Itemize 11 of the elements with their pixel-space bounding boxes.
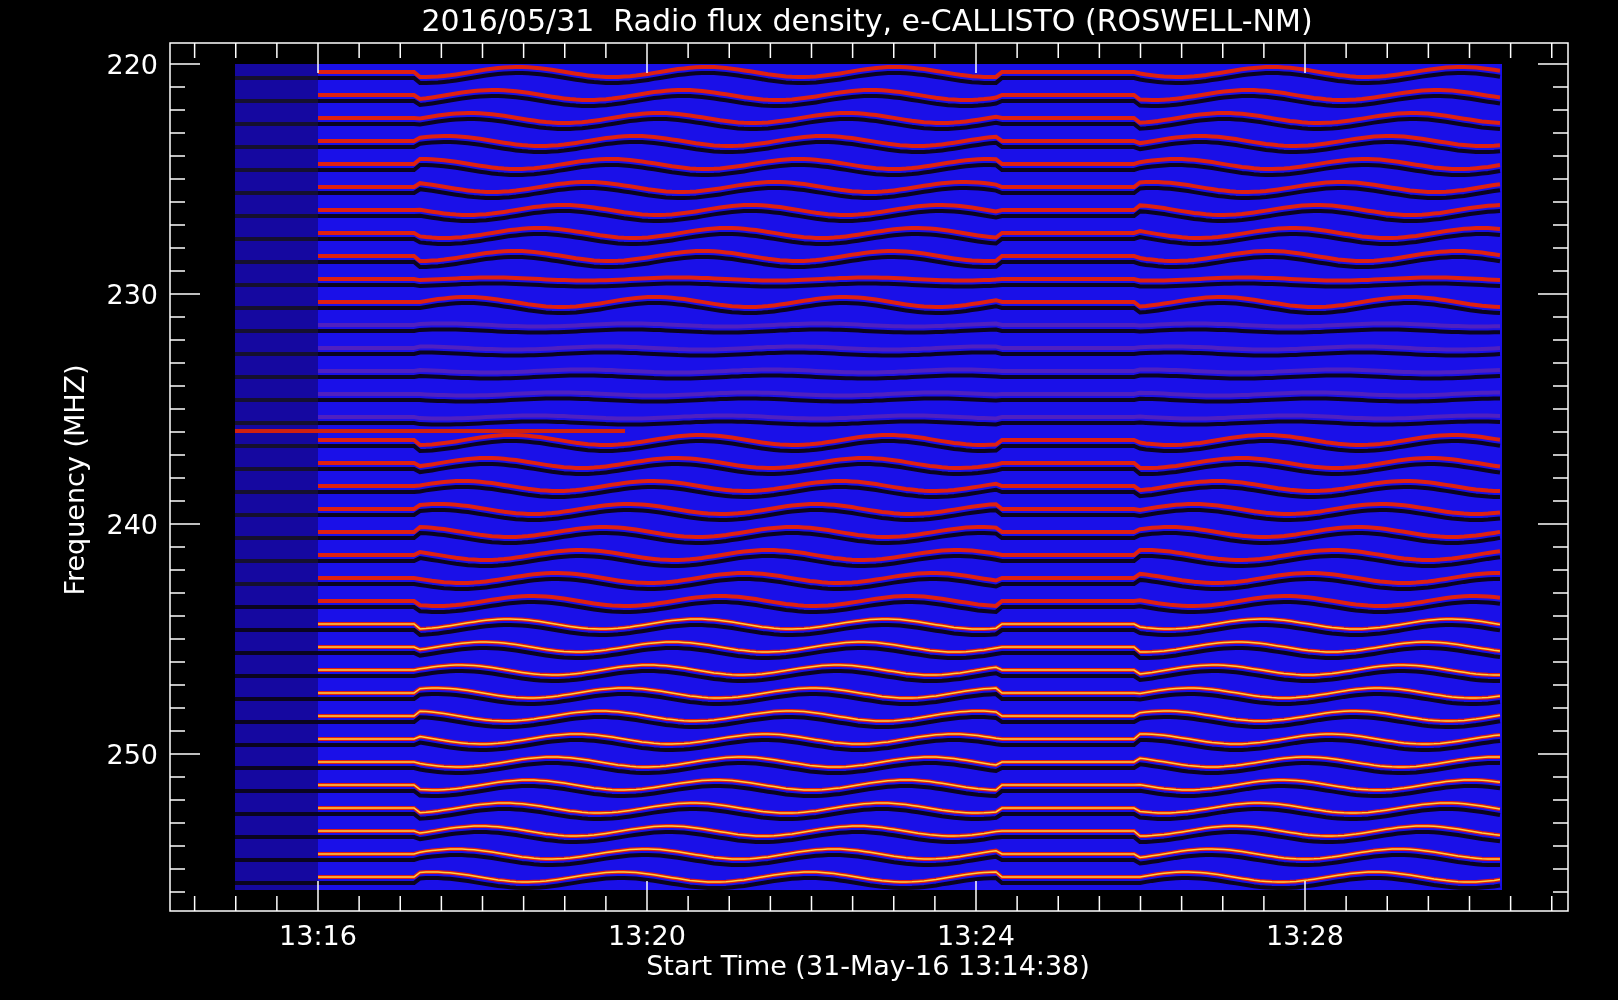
y-tick-label: 230: [106, 279, 158, 310]
x-tick-label: 13:20: [608, 920, 686, 951]
y-tick-label: 250: [106, 739, 158, 770]
y-tick-label: 220: [106, 49, 158, 80]
x-tick-label: 13:28: [1266, 920, 1344, 951]
x-tick-label: 13:16: [279, 920, 357, 951]
y-tick-label: 240: [106, 509, 158, 540]
chart-title: 2016/05/31 Radio flux density, e-CALLISTO (ROSWELL-NM): [421, 3, 1313, 38]
x-axis-label: Start Time (31-May-16 13:14:38): [646, 950, 1090, 981]
x-tick-label: 13:24: [937, 920, 1015, 951]
y-axis-label: Frequency (MHZ): [59, 364, 90, 596]
